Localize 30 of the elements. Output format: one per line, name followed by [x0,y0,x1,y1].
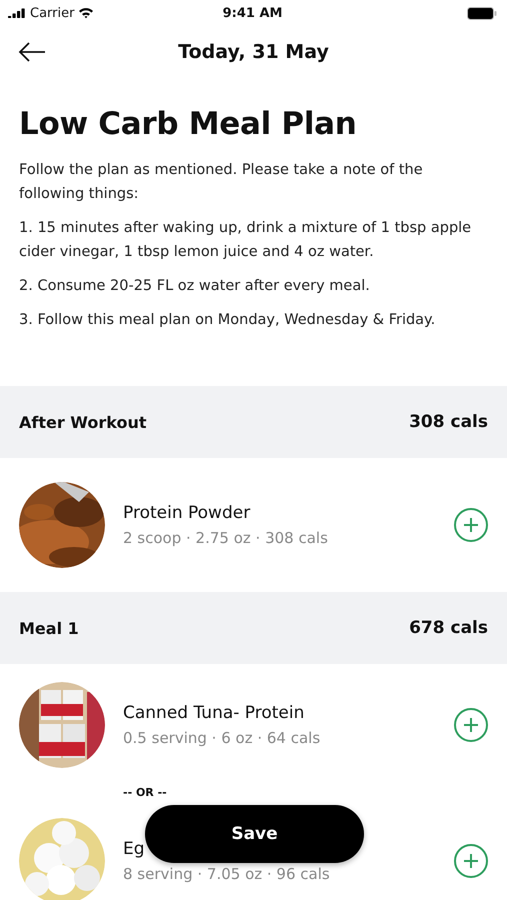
section-cals: 678 cals [409,618,488,638]
add-button[interactable] [454,844,488,878]
plan-note: 1. 15 minutes after waking up, drink a mixture of 1 tbsp apple cider vinegar, 1 tbsp lemon juice and 4 oz water. [19,219,472,262]
plan-note: 3. Follow this meal plan on Monday, Wednesday & Friday. [19,311,436,330]
battery-icon [467,6,498,20]
section-name: After Workout [19,412,147,432]
food-details: 2 scoop · 2.75 oz · 308 cals [123,529,329,547]
section-cals: 308 cals [409,412,488,432]
header-title: Today, 31 May [177,41,330,63]
save-button[interactable]: Save [145,805,364,863]
food-details: 8 serving · 7.05 oz · 96 cals [123,865,331,883]
plan-title: Low Carb Meal Plan [19,106,358,142]
section-name: Meal 1 [19,618,79,638]
plus-icon [463,517,479,533]
status-time: 9:41 AM [222,6,282,20]
food-details: 0.5 serving · 6 oz · 64 cals [123,729,322,747]
food-name: Canned Tuna- Protein [123,703,306,723]
signal-icon [8,8,26,18]
add-button[interactable] [454,508,488,542]
plan-note: Follow the plan as mentioned. Please take a note of the following things: [19,161,424,204]
wifi-icon [78,7,94,19]
plan-note: 2. Consume 20-25 FL oz water after every meal. [19,277,371,296]
plus-icon [463,853,479,869]
back-button[interactable] [18,41,46,63]
or-divider: -- OR -- [123,786,167,799]
add-button[interactable] [454,708,488,742]
carrier-name: Carrier [30,6,74,20]
food-name: Protein Powder [123,503,252,523]
plus-icon [463,717,479,733]
food-name: Eg [123,839,146,859]
